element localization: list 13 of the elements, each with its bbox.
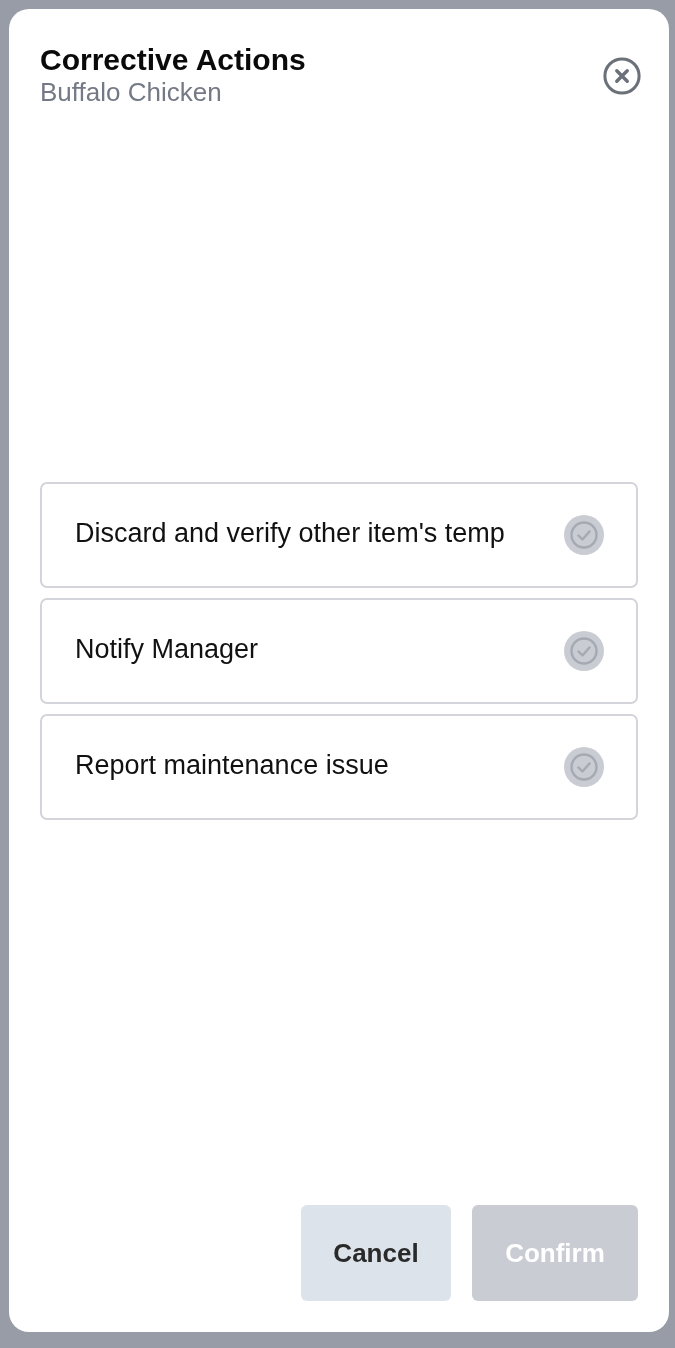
cancel-button[interactable]: Cancel: [301, 1205, 451, 1301]
dialog-subtitle: Buffalo Chicken: [40, 77, 223, 107]
action-option[interactable]: Report maintenance issue: [40, 714, 638, 820]
dialog-title: Corrective Actions: [40, 43, 306, 77]
action-option[interactable]: Discard and verify other item's temp: [40, 482, 638, 588]
close-icon[interactable]: [603, 57, 641, 95]
option-label: Discard and verify other item's temp: [75, 517, 505, 549]
check-circle-icon: [564, 747, 604, 787]
check-circle-icon: [564, 515, 604, 555]
option-label: Report maintenance issue: [75, 749, 389, 781]
option-label: Notify Manager: [75, 633, 259, 665]
check-circle-icon: [564, 631, 604, 671]
action-option[interactable]: Notify Manager: [40, 598, 638, 704]
